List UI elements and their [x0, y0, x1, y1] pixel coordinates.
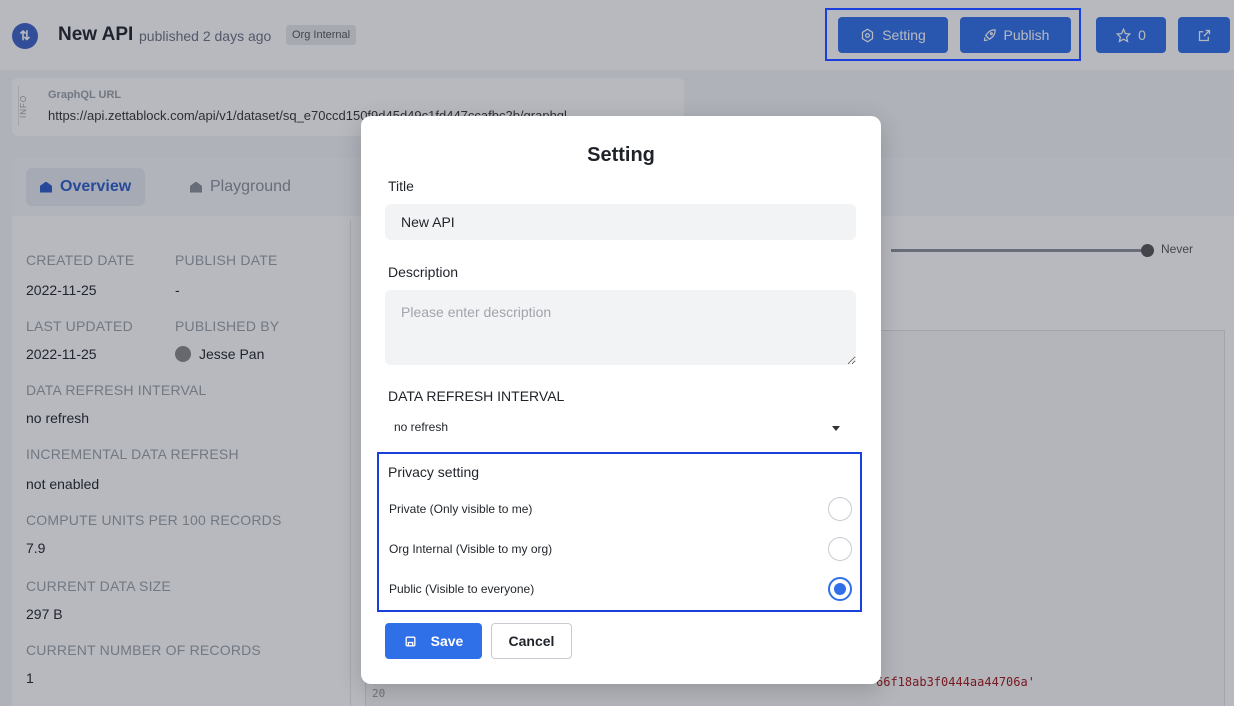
save-button[interactable]: Save	[385, 623, 482, 659]
privacy-option-org-internal[interactable]: Org Internal (Visible to my org)	[379, 534, 860, 564]
title-input[interactable]	[385, 204, 856, 240]
cancel-button[interactable]: Cancel	[491, 623, 572, 659]
radio-org-internal[interactable]	[828, 537, 852, 561]
select-value: no refresh	[394, 420, 449, 434]
refresh-interval-label: DATA REFRESH INTERVAL	[388, 388, 565, 404]
title-label: Title	[388, 178, 414, 194]
description-input[interactable]	[385, 290, 856, 365]
radio-public[interactable]	[828, 577, 852, 601]
save-button-label: Save	[430, 633, 464, 649]
description-label: Description	[388, 264, 459, 280]
privacy-option-public[interactable]: Public (Visible to everyone)	[379, 574, 860, 604]
dialog-title: Setting	[587, 144, 655, 166]
radio-label: Private (Only visible to me)	[389, 502, 533, 516]
refresh-interval-select[interactable]: no refresh	[385, 414, 856, 442]
radio-label: Public (Visible to everyone)	[389, 582, 535, 596]
caret-down-icon	[832, 426, 840, 431]
save-icon	[405, 636, 416, 646]
setting-dialog: Setting Title Description DATA REFRESH I…	[361, 116, 881, 684]
radio-private[interactable]	[828, 497, 852, 521]
privacy-option-private[interactable]: Private (Only visible to me)	[379, 494, 860, 524]
privacy-setting-title: Privacy setting	[388, 464, 480, 480]
privacy-setting-group: Privacy setting Private (Only visible to…	[377, 452, 862, 612]
radio-label: Org Internal (Visible to my org)	[389, 542, 553, 556]
